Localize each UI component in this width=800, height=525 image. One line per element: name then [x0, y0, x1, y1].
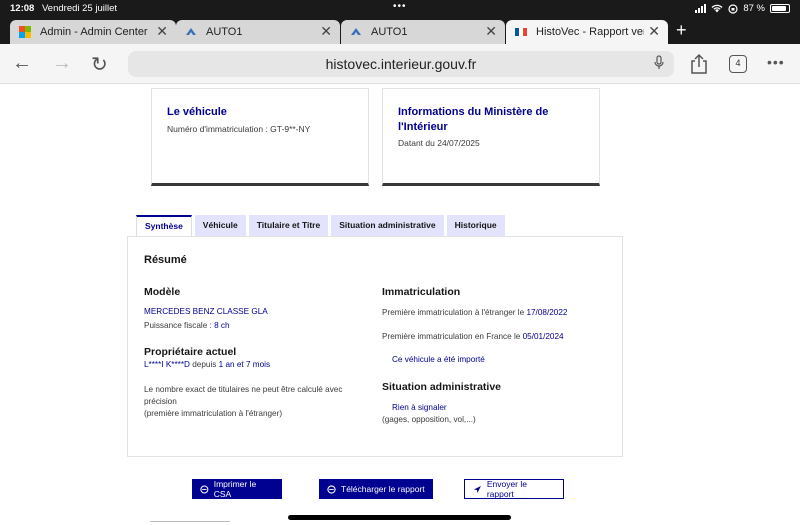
model-heading: Modèle: [144, 286, 181, 298]
print-csa-button[interactable]: Imprimer le CSA: [192, 479, 282, 499]
admin-status-detail: (gages, opposition, vol,...): [382, 415, 476, 424]
auto1-icon: [351, 28, 361, 35]
registration-heading: Immatriculation: [382, 286, 461, 298]
owner-line: L****I K****D depuis 1 an et 7 mois: [144, 360, 271, 369]
summary-panel: Résumé Modèle MERCEDES BENZ CLASSE GLA P…: [127, 236, 623, 457]
french-flag-icon: [515, 28, 527, 36]
status-indicators: 87 %: [695, 3, 790, 14]
download-report-button[interactable]: Télécharger le rapport: [319, 479, 433, 499]
browser-tab-label: AUTO1: [371, 26, 408, 38]
close-icon[interactable]: ✕: [156, 23, 168, 40]
tab-situation[interactable]: Situation administrative: [331, 215, 444, 236]
tab-vehicule[interactable]: Véhicule: [194, 215, 246, 236]
microphone-icon[interactable]: [654, 55, 664, 71]
tab-count-button[interactable]: 4: [729, 55, 747, 73]
back-arrow-icon[interactable]: ←: [12, 52, 32, 75]
forward-arrow-icon[interactable]: →: [52, 52, 72, 75]
home-indicator[interactable]: [288, 515, 511, 520]
owner-heading: Propriétaire actuel: [144, 346, 237, 358]
browser-tab-label: HistoVec - Rapport vendeur: [536, 26, 644, 38]
owner-note-3: (première immatriculation à l'étranger): [144, 409, 283, 418]
microsoft-icon: [19, 26, 31, 38]
signal-icon: [695, 4, 707, 13]
status-date: Vendredi 25 juillet: [42, 3, 117, 14]
ministry-card-title: Informations du Ministère de l'Intérieur: [398, 106, 549, 133]
tab-titulaire[interactable]: Titulaire et Titre: [248, 215, 329, 236]
ministry-date: Datant du 24/07/2025: [398, 138, 480, 148]
send-report-button[interactable]: Envoyer le rapport: [464, 479, 564, 499]
share-icon[interactable]: [690, 53, 708, 75]
auto1-icon: [186, 28, 196, 35]
browser-tab-histovec[interactable]: HistoVec - Rapport vendeur ✕: [506, 20, 668, 44]
first-registration-abroad: Première immatriculation à l'étranger le…: [382, 308, 568, 317]
send-icon: [473, 485, 481, 493]
battery-percent: 87 %: [743, 3, 765, 14]
browser-tab-bar: Admin - Admin Center ✕ AUTO1 ✕ AUTO1 ✕ H…: [0, 18, 800, 44]
plate-number: Numéro d'immatriculation : GT-9**-NY: [167, 124, 311, 134]
close-icon[interactable]: ✕: [485, 23, 497, 40]
admin-status-value: Rien à signaler: [392, 403, 447, 412]
browser-tab-auto1[interactable]: AUTO1 ✕: [176, 20, 340, 44]
ministry-card: Informations du Ministère de l'Intérieur…: [382, 88, 600, 186]
wifi-icon: [711, 4, 723, 13]
model-name: MERCEDES BENZ CLASSE GLA: [144, 307, 268, 316]
summary-title: Résumé: [144, 254, 187, 266]
status-time: 12:08: [10, 3, 35, 14]
browser-tab-auto1-2[interactable]: AUTO1 ✕: [341, 20, 505, 44]
browser-tab-admin[interactable]: Admin - Admin Center ✕: [10, 20, 176, 44]
divider: [150, 521, 230, 522]
imported-notice: Ce véhicule a été importé: [392, 355, 485, 364]
reload-icon[interactable]: ↻: [91, 52, 108, 77]
vehicle-card: Le véhicule Numéro d'immatriculation : G…: [151, 88, 369, 186]
status-bar: 12:08 Vendredi 25 juillet ••• 87 %: [0, 0, 800, 18]
owner-note-1: Le nombre exact de titulaires ne peut êt…: [144, 385, 343, 394]
owner-note-2: précision: [144, 397, 177, 406]
close-icon[interactable]: ✕: [648, 23, 660, 40]
tab-synthese[interactable]: Synthèse: [136, 215, 192, 236]
browser-tab-label: Admin - Admin Center: [40, 26, 148, 38]
more-options-icon[interactable]: •••: [767, 54, 785, 70]
first-registration-france: Première immatriculation en France le 05…: [382, 332, 564, 341]
admin-status-heading: Situation administrative: [382, 381, 502, 393]
printer-icon: [200, 484, 209, 494]
fiscal-power: Puissance fiscale : 8 ch: [144, 321, 230, 330]
browser-tab-label: AUTO1: [206, 26, 243, 38]
address-bar[interactable]: histovec.interieur.gouv.fr: [128, 51, 674, 77]
url-text: histovec.interieur.gouv.fr: [325, 56, 477, 72]
browser-toolbar: ← → ↻ histovec.interieur.gouv.fr 4 •••: [0, 44, 800, 84]
download-icon: [327, 484, 336, 494]
battery-icon: [770, 4, 790, 13]
orientation-lock-icon: [728, 3, 738, 14]
close-icon[interactable]: ✕: [320, 23, 332, 40]
multitask-dots-icon[interactable]: •••: [393, 1, 407, 12]
vehicle-card-title: Le véhicule: [167, 106, 227, 118]
new-tab-icon[interactable]: +: [676, 20, 687, 41]
report-tabs: Synthèse Véhicule Titulaire et Titre Sit…: [136, 215, 505, 236]
tab-historique[interactable]: Historique: [446, 215, 505, 236]
